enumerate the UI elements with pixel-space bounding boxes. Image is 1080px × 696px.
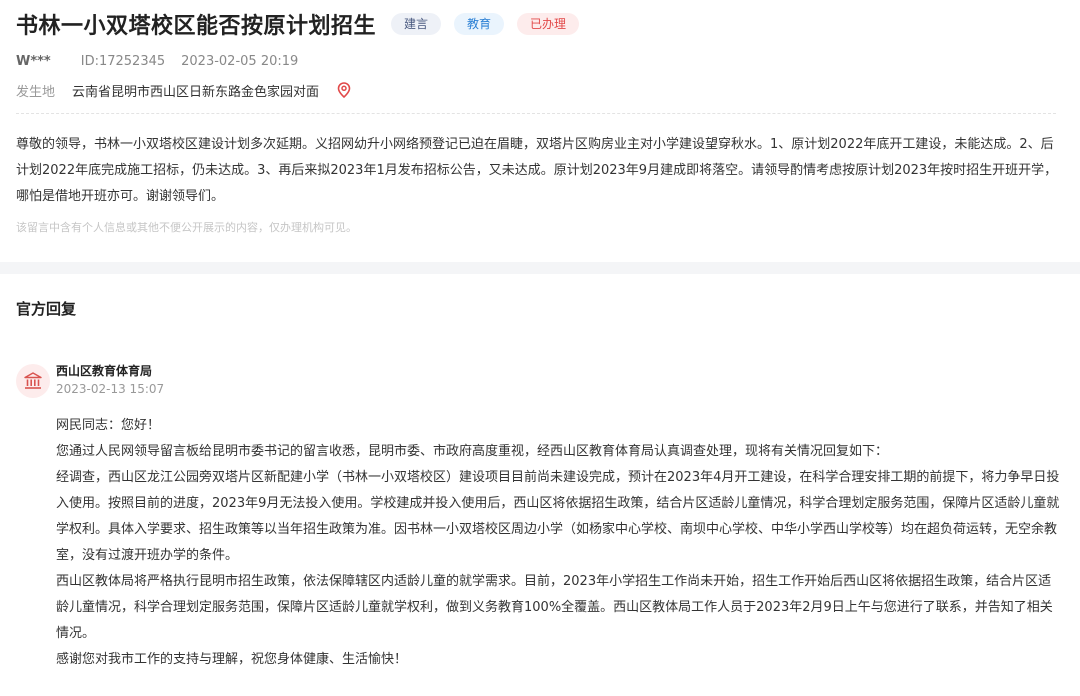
status-badge: 已办理 xyxy=(517,13,580,35)
message-body: 尊敬的领导，书林一小双塔校区建设计划多次延期。义招网幼升小网络预登记已迫在眉睫，… xyxy=(16,137,1058,204)
reply-time: 2023-02-13 15:07 xyxy=(56,382,165,396)
reply-org-name: 西山区教育体育局 xyxy=(56,364,153,378)
section-separator xyxy=(0,262,1080,274)
reply-paragraph: 感谢您对我市工作的支持与理解，祝您身体健康、生活愉快！ xyxy=(56,652,408,667)
reply-paragraph: 经调查，西山区龙江公园旁双塔片区新配建小学（书林一小双塔校区）建设项目目前尚未建… xyxy=(56,470,1060,563)
map-pin-icon[interactable] xyxy=(337,82,351,98)
reply-section-title: 官方回复 xyxy=(16,300,77,318)
location-label: 发生地 xyxy=(16,84,56,100)
privacy-notice: 该留言中含有个人信息或其他不便公开展示的内容，仅办理机构可见。 xyxy=(16,221,357,234)
message-id: ID:17252345 xyxy=(80,53,166,69)
message-time: 2023-02-05 20:19 xyxy=(181,53,299,69)
message-meta: W*** ID:17252345 2023-02-05 20:19 xyxy=(16,52,298,70)
message-user: W*** xyxy=(16,53,51,69)
government-building-icon xyxy=(24,372,42,389)
tag-type[interactable]: 建言 xyxy=(391,13,442,35)
location-address: 云南省昆明市西山区日新东路金色家园对面 xyxy=(72,84,320,100)
divider xyxy=(16,113,1056,114)
reply-paragraph: 网民同志：您好！ xyxy=(56,418,161,433)
tag-domain[interactable]: 教育 xyxy=(454,13,505,35)
reply-paragraph: 您通过人民网领导留言板给昆明市委书记的留言收悉，昆明市委、市政府高度重视，经西山… xyxy=(56,444,889,459)
message-panel: 书林一小双塔校区能否按原计划招生 建言 教育 已办理 W*** ID:17252… xyxy=(0,0,1080,262)
location-row: 发生地 云南省昆明市西山区日新东路金色家园对面 xyxy=(16,81,351,100)
avatar xyxy=(16,364,50,398)
reply-paragraph: 西山区教体局将严格执行昆明市招生政策，依法保障辖区内适龄儿童的就学需求。目前，2… xyxy=(56,574,1053,641)
message-title: 书林一小双塔校区能否按原计划招生 xyxy=(16,14,377,39)
title-row: 书林一小双塔校区能否按原计划招生 建言 教育 已办理 xyxy=(16,8,580,40)
reply-body: 网民同志：您好！ 您通过人民网领导留言板给昆明市委书记的留言收悉，昆明市委、市政… xyxy=(56,413,1064,673)
